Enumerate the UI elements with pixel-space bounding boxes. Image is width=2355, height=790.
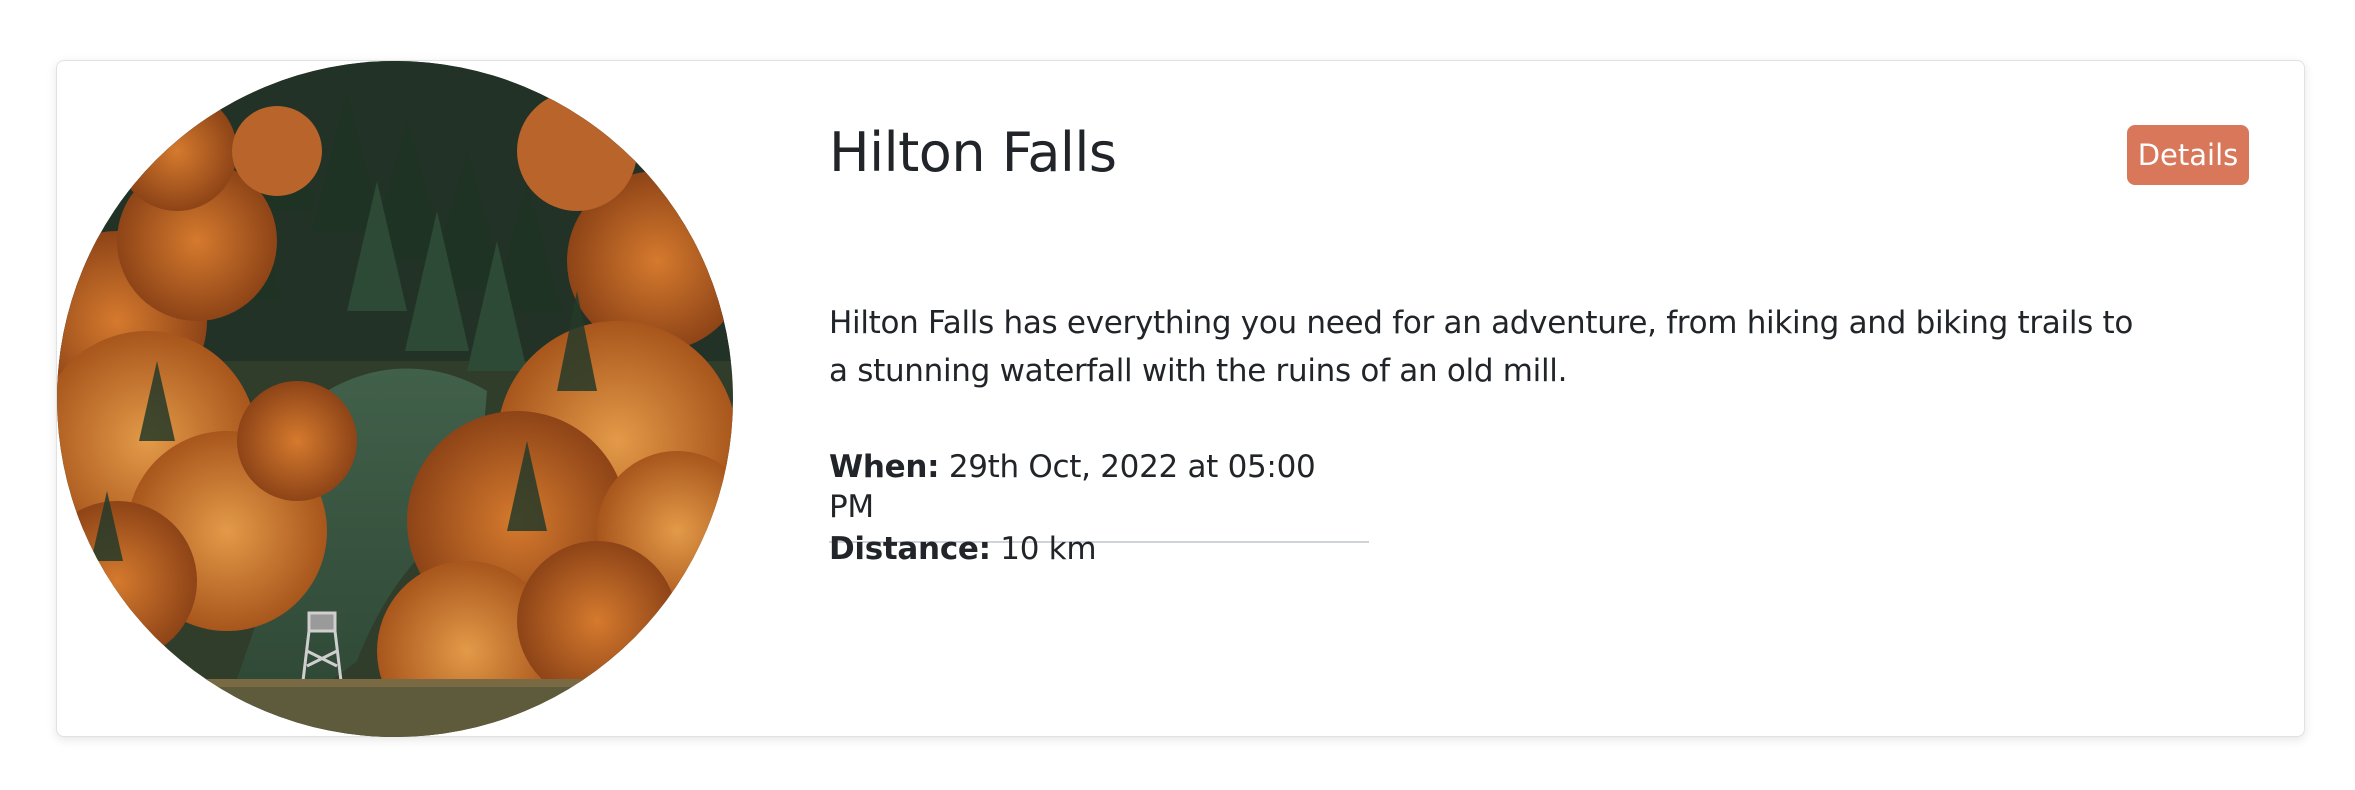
event-title: Hilton Falls: [829, 121, 1117, 184]
distance-label: Distance:: [829, 531, 991, 567]
when-label: When:: [829, 449, 940, 485]
event-card: Hilton Falls Details Hilton Falls has ev…: [56, 60, 2305, 737]
event-description: Hilton Falls has everything you need for…: [829, 305, 2134, 389]
event-photo: [57, 61, 733, 737]
event-distance-row: Distance: 10 km: [829, 529, 1369, 569]
details-button[interactable]: Details: [2127, 125, 2249, 185]
distance-value: 10 km: [990, 531, 1097, 567]
